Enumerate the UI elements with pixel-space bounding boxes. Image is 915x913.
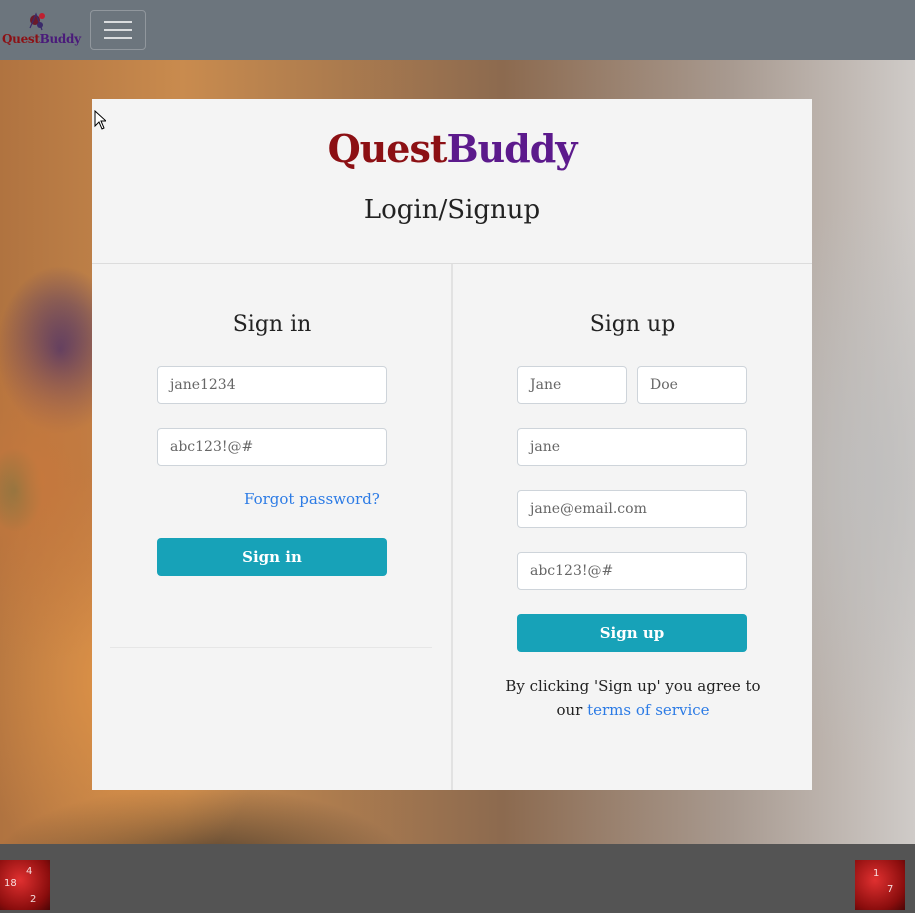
page-title: Login/Signup: [363, 195, 541, 225]
terms-notice: By clicking 'Sign up' you agree to our t…: [493, 674, 773, 722]
hamburger-line: [104, 29, 132, 31]
terms-of-service-link[interactable]: terms of service: [587, 701, 709, 719]
brand-logo: QuestBuddy: [92, 123, 812, 175]
navbar-logo-text-quest: Quest: [2, 32, 40, 46]
red-die-icon: 18 4 2: [0, 860, 50, 910]
sign-up-username-input[interactable]: jane: [517, 428, 747, 466]
dice-icon: [29, 12, 45, 31]
navbar-logo[interactable]: QuestBuddy: [2, 10, 81, 50]
brand-logo-quest: Quest: [327, 126, 448, 171]
hamburger-line: [104, 21, 132, 23]
last-name-input[interactable]: Doe: [637, 366, 747, 404]
brand-logo-buddy: Buddy: [446, 126, 577, 171]
sign-in-divider: [110, 647, 432, 648]
hamburger-line: [104, 37, 132, 39]
forgot-password-link[interactable]: Forgot password?: [244, 490, 380, 508]
navbar-logo-text-buddy: Buddy: [39, 32, 81, 46]
email-input[interactable]: jane@email.com: [517, 490, 747, 528]
sign-up-title: Sign up: [589, 312, 676, 337]
hamburger-menu-icon[interactable]: [90, 10, 146, 50]
sign-in-panel: Sign in jane1234 abc123!@# Forgot passwo…: [92, 264, 452, 790]
sign-in-title: Sign in: [232, 312, 312, 337]
sign-in-password-input[interactable]: abc123!@#: [157, 428, 387, 466]
sign-up-panel: Sign up Jane Doe jane jane@email.com abc…: [453, 264, 812, 790]
sign-up-password-input[interactable]: abc123!@#: [517, 552, 747, 590]
sign-in-button[interactable]: Sign in: [157, 538, 387, 576]
login-signup-card: QuestBuddy Login/Signup Sign in jane1234…: [92, 99, 812, 790]
card-header: QuestBuddy Login/Signup: [92, 99, 812, 264]
first-name-input[interactable]: Jane: [517, 366, 627, 404]
mouse-pointer-icon: [94, 110, 106, 130]
footer: 18 4 2 1 7: [0, 844, 915, 913]
navbar: QuestBuddy: [0, 0, 915, 60]
sign-in-username-input[interactable]: jane1234: [157, 366, 387, 404]
red-die-icon: 1 7: [855, 860, 905, 910]
sign-up-button[interactable]: Sign up: [517, 614, 747, 652]
